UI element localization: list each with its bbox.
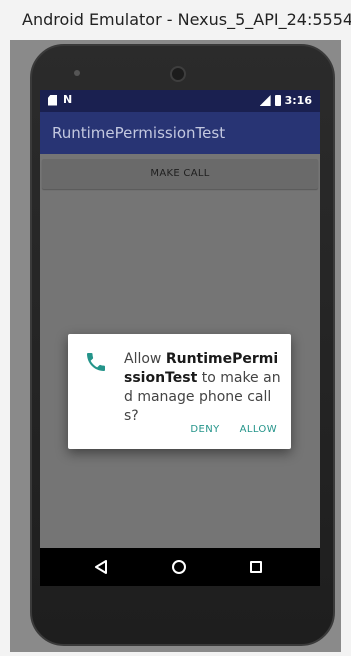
recents-icon[interactable] xyxy=(250,561,262,573)
signal-icon xyxy=(259,95,271,106)
main-content: MAKE CALL Allow RuntimePermissionTest to… xyxy=(40,154,320,548)
notification-n-icon: N xyxy=(63,93,73,106)
dialog-message: Allow RuntimePermissionTest to make and … xyxy=(124,350,282,426)
permission-dialog: Allow RuntimePermissionTest to make and … xyxy=(68,334,291,449)
status-bar: N 3:16 xyxy=(40,90,320,112)
home-icon[interactable] xyxy=(172,560,186,574)
battery-icon xyxy=(274,95,281,106)
back-icon[interactable] xyxy=(94,560,108,574)
device-screen: N 3:16 RuntimePermissionTest MAKE CALL A… xyxy=(40,90,320,586)
dialog-message-prefix: Allow xyxy=(124,351,166,367)
allow-button[interactable]: ALLOW xyxy=(240,424,277,435)
deny-button[interactable]: DENY xyxy=(190,424,219,435)
front-sensor xyxy=(74,70,80,76)
navigation-bar xyxy=(40,548,320,586)
emulator-window-title: Android Emulator - Nexus_5_API_24:5554 xyxy=(0,0,351,40)
app-bar: RuntimePermissionTest xyxy=(40,112,320,154)
status-time: 3:16 xyxy=(284,94,312,107)
phone-icon xyxy=(87,353,105,371)
make-call-button[interactable]: MAKE CALL xyxy=(42,159,318,189)
front-camera xyxy=(170,66,186,82)
app-title: RuntimePermissionTest xyxy=(52,124,226,142)
sd-card-icon xyxy=(48,94,57,106)
